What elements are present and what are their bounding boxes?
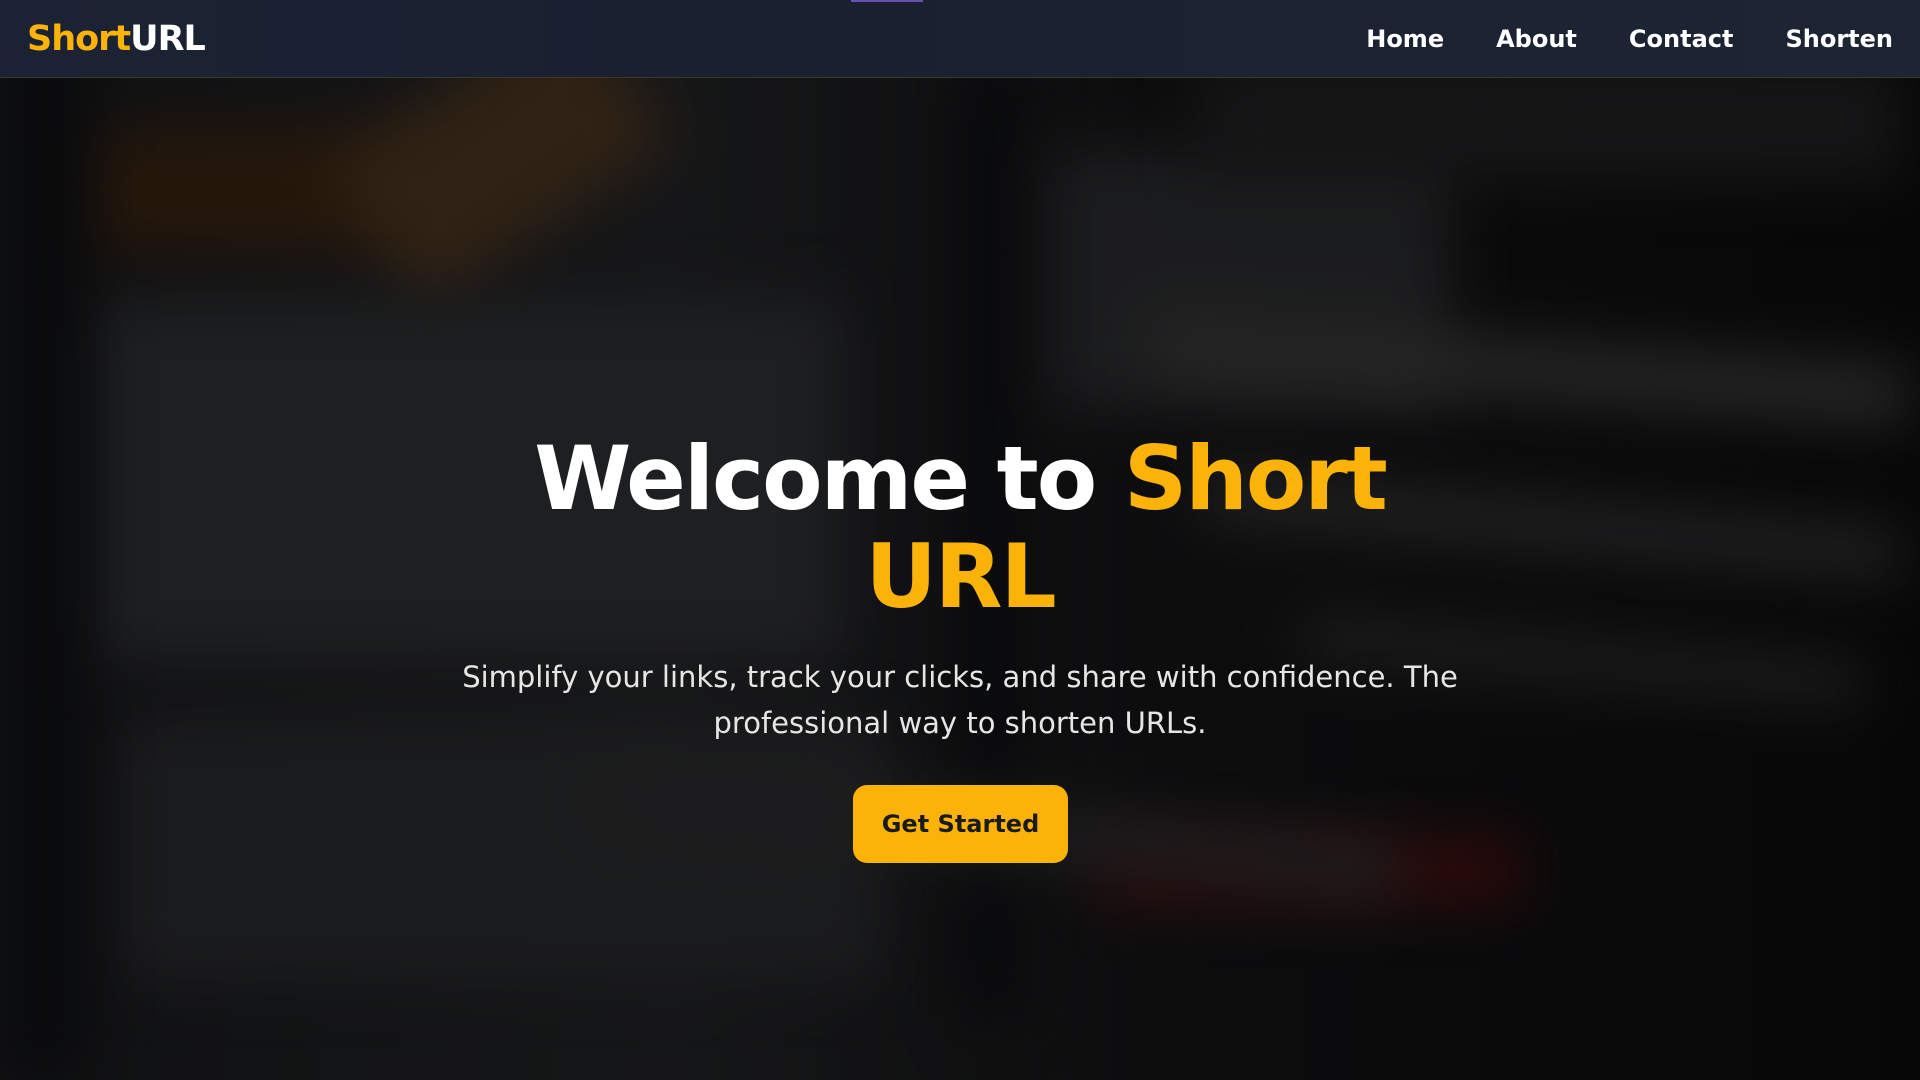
- top-accent-line: [851, 0, 923, 2]
- nav-link-contact[interactable]: Contact: [1629, 25, 1734, 53]
- get-started-button[interactable]: Get Started: [853, 785, 1068, 863]
- page: ShortURL Home About Contact Shorten Welc…: [0, 0, 1920, 1080]
- hero-title-prefix: Welcome to: [534, 427, 1124, 530]
- nav-links: Home About Contact Shorten: [1366, 0, 1893, 78]
- brand-logo-part1: Short: [27, 19, 131, 59]
- navbar: ShortURL Home About Contact Shorten: [0, 0, 1920, 78]
- nav-link-home[interactable]: Home: [1366, 25, 1444, 53]
- brand-logo-part2: URL: [130, 19, 206, 59]
- hero-section: Welcome to Short URL Simplify your links…: [0, 78, 1920, 1080]
- brand-logo[interactable]: ShortURL: [27, 17, 206, 61]
- hero-subtitle: Simplify your links, track your clicks, …: [462, 660, 1458, 740]
- nav-link-shorten[interactable]: Shorten: [1785, 25, 1893, 53]
- hero-title: Welcome to Short URL: [460, 430, 1460, 626]
- nav-link-about[interactable]: About: [1496, 25, 1577, 53]
